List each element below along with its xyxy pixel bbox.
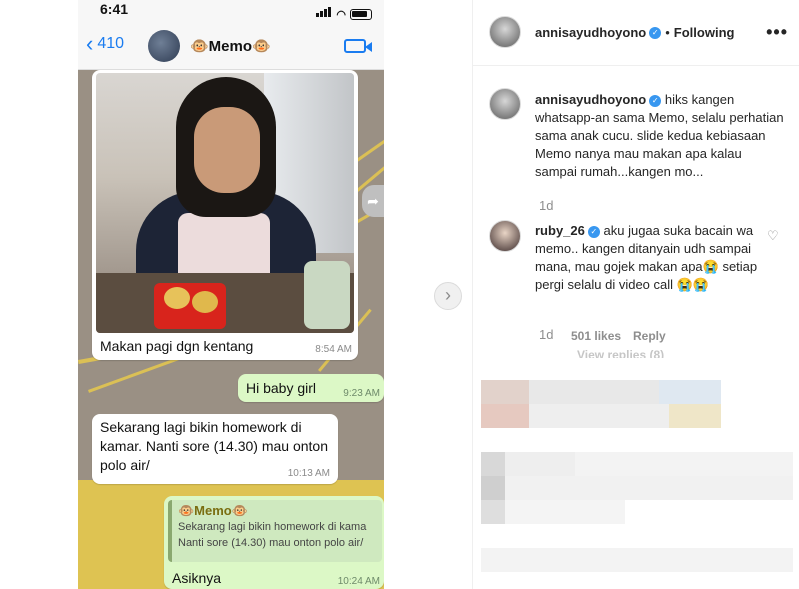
comment: ruby_26 ✓ aku jugaa suka bacain wa memo..… (535, 222, 761, 294)
comment-likes[interactable]: 501 likes (571, 329, 621, 343)
wifi-icon: ◠ (336, 9, 346, 21)
incoming-message[interactable]: Sekarang lagi bikin homework di kamar. N… (92, 414, 338, 484)
chevron-right-icon[interactable]: › (434, 282, 462, 310)
caption: annisayudhoyono ✓ hiks kangen whatsapp-an… (535, 91, 785, 181)
message-time: 8:54 AM (315, 344, 352, 355)
view-replies[interactable]: View replies (8) (577, 348, 664, 358)
caption-username[interactable]: annisayudhoyono (535, 92, 646, 107)
quoted-sender: 🐵Memo🐵 (178, 503, 248, 518)
verified-badge-icon: ✓ (587, 225, 600, 238)
post-panel: annisayudhoyono ✓ • Following ••• annisayud… (472, 0, 799, 589)
phone-screenshot: 6:41 ◠ ‹ 410 🐵Memo🐵 Makan pagi dgn kenta… (78, 0, 384, 589)
more-options-icon[interactable]: ••• (766, 22, 788, 43)
message-photo[interactable] (96, 73, 354, 333)
verified-badge-icon: ✓ (649, 26, 662, 39)
chat-background: Makan pagi dgn kentang 8:54 AM Hi baby g… (78, 70, 384, 589)
author-avatar[interactable] (489, 16, 521, 48)
post-media: 6:41 ◠ ‹ 410 🐵Memo🐵 Makan pagi dgn kenta… (0, 0, 472, 589)
chat-name[interactable]: 🐵Memo🐵 (190, 37, 271, 55)
message-text: Makan pagi dgn kentang (100, 338, 254, 354)
chevron-left-icon: ‹ (86, 31, 94, 56)
message-text: Asiknya (172, 570, 222, 586)
post-header: annisayudhoyono ✓ • Following ••• (473, 0, 799, 66)
image-message[interactable]: Makan pagi dgn kentang 8:54 AM (92, 70, 358, 360)
quoted-line: Sekarang lagi bikin homework di kama (178, 521, 367, 533)
message-text: Sekarang lagi bikin homework di kamar. N… (100, 419, 329, 473)
reply-button[interactable]: Reply (633, 329, 666, 343)
caption-age[interactable]: 1d (539, 198, 553, 213)
contact-avatar[interactable] (148, 30, 180, 62)
signal-icon (316, 4, 332, 20)
status-time: 6:41 (100, 1, 129, 17)
message-time: 10:24 AM (337, 576, 380, 587)
outgoing-message[interactable]: Hi baby girl 9:23 AM (238, 374, 384, 402)
message-time: 10:13 AM (287, 468, 330, 479)
quoted-message[interactable]: 🐵Memo🐵 Sekarang lagi bikin homework di k… (168, 500, 382, 562)
quoted-line: Nanti sore (14.30) mau onton polo air/ (178, 537, 364, 549)
back-count: 410 (97, 35, 125, 52)
comment-age[interactable]: 1d (539, 327, 553, 342)
message-text: Hi baby girl (246, 380, 317, 396)
battery-icon (350, 9, 372, 20)
chat-header: ‹ 410 🐵Memo🐵 (78, 20, 384, 70)
verified-badge-icon: ✓ (649, 94, 662, 107)
following-button[interactable]: Following (674, 25, 735, 40)
status-icons: ◠ (316, 4, 372, 21)
blurred-comments (481, 380, 793, 585)
reply-message[interactable]: 🐵Memo🐵 Sekarang lagi bikin homework di k… (164, 496, 384, 589)
comment-username[interactable]: ruby_26 (535, 223, 585, 238)
back-button[interactable]: ‹ 410 (86, 31, 125, 56)
caption-avatar[interactable] (489, 88, 521, 120)
status-bar: 6:41 ◠ (78, 0, 384, 21)
video-call-icon[interactable] (344, 39, 372, 53)
heart-icon[interactable]: ♡ (767, 228, 779, 243)
author-username[interactable]: annisayudhoyono (535, 25, 646, 40)
message-time: 9:23 AM (343, 388, 380, 399)
share-icon[interactable]: ➦ (362, 185, 384, 217)
commenter-avatar[interactable] (489, 220, 521, 252)
